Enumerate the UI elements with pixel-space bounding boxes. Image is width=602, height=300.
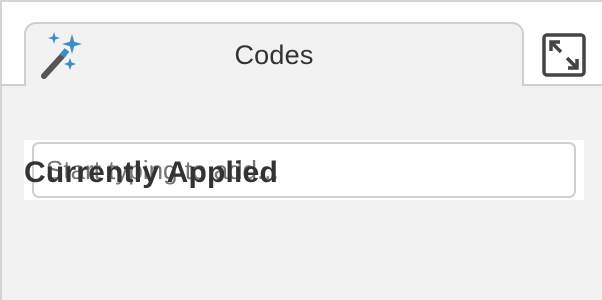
tab-codes-label: Codes [234, 40, 314, 70]
codes-tab-panel [2, 86, 602, 300]
expand-icon [542, 33, 586, 77]
tab-codes[interactable]: Codes [24, 22, 524, 88]
codes-panel-window: Codes Currently Applied [0, 0, 602, 300]
expand-button[interactable] [542, 33, 586, 77]
currently-applied-heading: Currently Applied [24, 156, 278, 189]
